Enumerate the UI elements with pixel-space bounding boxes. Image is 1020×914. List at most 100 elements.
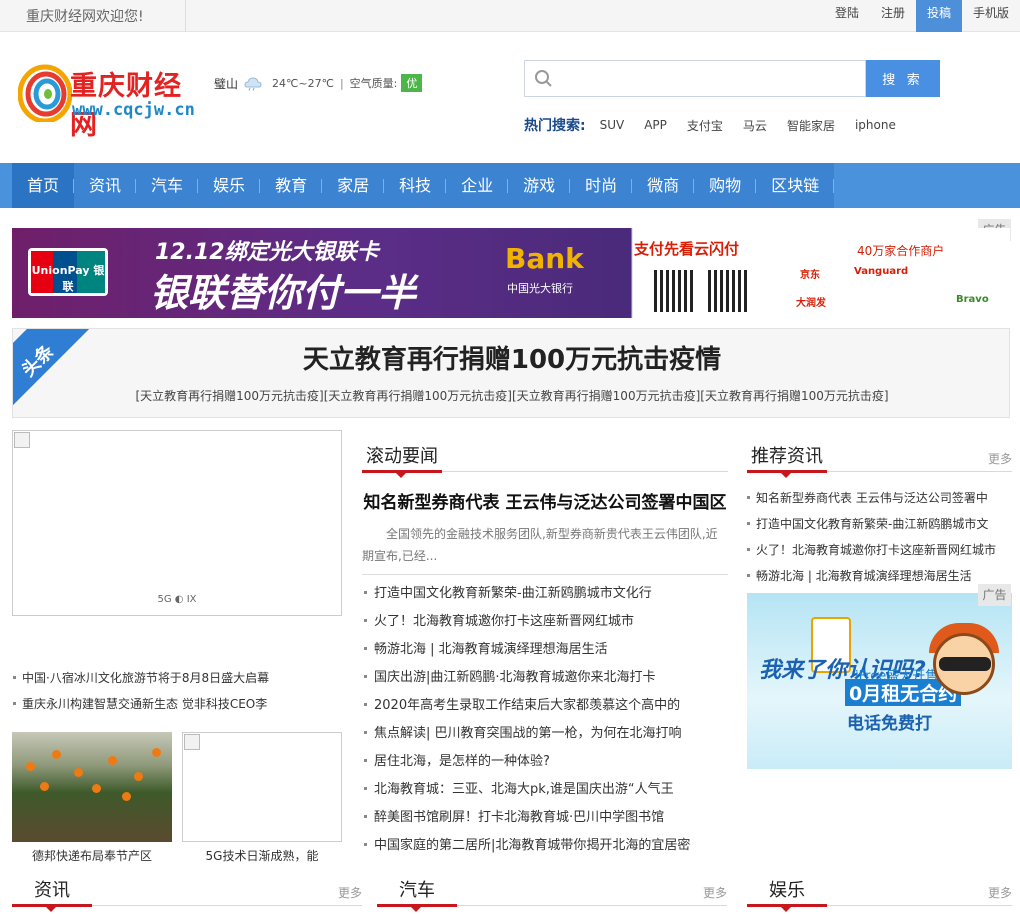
hot-keyword[interactable]: 智能家居 [787, 117, 835, 134]
search-input[interactable] [559, 65, 859, 93]
logo-swirl-icon [18, 64, 72, 122]
list-item[interactable]: 中国·八宿冰川文化旅游节将于8月8日盛大启幕 [12, 668, 342, 694]
brand-logo: Vanguard [854, 266, 909, 277]
more-link[interactable]: 更多 [338, 884, 362, 901]
more-link[interactable]: 更多 [988, 450, 1012, 467]
logo-url: www.cqcjw.cn [72, 100, 195, 120]
pay-slogan: 支付先看云闪付 [634, 240, 740, 258]
list-item[interactable]: 火了！北海教育城邀你打卡这座新晋网红城市 [747, 540, 1012, 566]
list-item-text: 火了！北海教育城邀你打卡这座新晋网红城市 [374, 614, 635, 629]
nav-item-tech[interactable]: 科技 [384, 163, 447, 208]
list-item[interactable]: 国庆出游|曲江新鸥鹏·北海教育城邀你来北海打卡 [362, 668, 728, 696]
nav-label: 汽车 [151, 176, 184, 195]
submit-article-link[interactable]: 投稿 [915, 0, 962, 32]
nav-label: 时尚 [585, 176, 618, 195]
list-item[interactable]: 火了！北海教育城邀你打卡这座新晋网红城市 [362, 612, 728, 640]
nav-item-home[interactable]: 首页 [12, 163, 75, 208]
hot-keyword[interactable]: APP [644, 118, 667, 132]
ad-call: 电话免费打 [847, 714, 932, 734]
search-icon [535, 70, 552, 87]
nav-item-shopping[interactable]: 购物 [694, 163, 757, 208]
sidebar-ad[interactable]: 我来了你认识吗? iFree盛大开售 0月租无合约 电话免费打 [747, 593, 1012, 769]
list-item[interactable]: 焦点解读| 巴川教育突围战的第一枪，为何在北海打响 [362, 724, 728, 752]
nav-label: 家居 [337, 176, 370, 195]
weather-temp: 24℃~27℃ [272, 76, 334, 90]
nav-item-home-furnishing[interactable]: 家居 [322, 163, 385, 208]
headline-title[interactable]: 天立教育再行捐赠100万元抗击疫情 [13, 339, 1009, 376]
weather-icon [244, 77, 262, 91]
site-logo[interactable]: 重庆财经网 www.cqcjw.cn [18, 62, 208, 141]
thumbnail-caption[interactable]: 德邦快递布局奉节产区 [12, 847, 172, 864]
login-link[interactable]: 登陆 [824, 0, 870, 32]
list-item[interactable]: 打造中国文化教育新繁荣-曲江新鸥鹏城市文化行 [362, 584, 728, 612]
broken-image-icon [14, 432, 30, 448]
hot-keyword[interactable]: SUV [600, 118, 625, 132]
top-story: 知名新型券商代表 王云伟与泛达公司签署中国区 全国领先的金融技术服务团队,新型券… [362, 488, 728, 567]
nav-item-games[interactable]: 游戏 [508, 163, 571, 208]
thumbnail-orchard[interactable] [12, 732, 172, 842]
thumbnail-caption[interactable]: 5G技术日渐成熟，能 [182, 847, 342, 864]
nav-item-fashion[interactable]: 时尚 [570, 163, 633, 208]
section-title: 推荐资讯 [751, 446, 823, 467]
search-box [524, 60, 866, 97]
list-item[interactable]: 居住北海，是怎样的一种体验? [362, 752, 728, 780]
list-item[interactable]: 2020年高考生录取工作结束后大家都羡慕这个高中的 [362, 696, 728, 724]
list-item-text: 醉美图书馆刷屏！打卡北海教育城·巴川中学图书馆 [374, 810, 665, 825]
left-image-box[interactable]: 5G ◐ IX [12, 430, 342, 616]
hot-keyword[interactable]: iphone [855, 118, 896, 132]
section-title: 汽车 [399, 880, 435, 901]
qr-code-icon [708, 270, 750, 312]
bank-logo: Bank [505, 242, 584, 275]
hot-keyword[interactable]: 支付宝 [687, 117, 723, 134]
list-item[interactable]: 打造中国文化教育新繁荣-曲江新鸥鹏城市文 [747, 514, 1012, 540]
nav-item-enterprise[interactable]: 企业 [446, 163, 509, 208]
nav-item-blockchain[interactable]: 区块链 [756, 163, 835, 208]
nav-item-microbusiness[interactable]: 微商 [632, 163, 695, 208]
search-button[interactable]: 搜 索 [866, 60, 940, 97]
mobile-version-link[interactable]: 手机版 [962, 0, 1020, 32]
headline-block: 头条 天立教育再行捐赠100万元抗击疫情 [天立教育再行捐赠100万元抗击疫][… [12, 328, 1010, 418]
more-link[interactable]: 更多 [703, 884, 727, 901]
brand-logo: 大润发 [796, 298, 826, 309]
list-item[interactable]: 重庆永川构建智慧交通新生态 觉非科技CEO李 [12, 694, 342, 720]
register-link[interactable]: 注册 [870, 0, 916, 32]
divider [362, 574, 728, 575]
list-item-text: 畅游北海 | 北海教育城演绎理想海居生活 [756, 569, 972, 583]
list-item-text: 2020年高考生录取工作结束后大家都羡慕这个高中的 [374, 698, 681, 713]
section-header-entertainment: 娱乐 更多 [747, 872, 1012, 912]
merchant-count: 40万家合作商户 [857, 244, 945, 258]
list-item[interactable]: 知名新型券商代表 王云伟与泛达公司签署中 [747, 488, 1012, 514]
list-item-text: 重庆永川构建智慧交通新生态 觉非科技CEO李 [22, 697, 268, 711]
qr-code-icon [654, 270, 696, 312]
hot-keyword[interactable]: 马云 [743, 117, 767, 134]
nav-label: 购物 [709, 176, 742, 195]
list-item-text: 国庆出游|曲江新鸥鹏·北海教育城邀你来北海打卡 [374, 670, 656, 685]
list-item-text: 中国·八宿冰川文化旅游节将于8月8日盛大启幕 [22, 671, 270, 685]
recommended-list: 知名新型券商代表 王云伟与泛达公司签署中 打造中国文化教育新繁荣-曲江新鸥鹏城市… [747, 488, 1012, 592]
list-item[interactable]: 畅游北海 | 北海教育城演绎理想海居生活 [362, 640, 728, 668]
section-header-recommended: 推荐资讯 更多 [747, 438, 1012, 478]
list-item[interactable]: 醉美图书馆刷屏！打卡北海教育城·巴川中学图书馆 [362, 808, 728, 836]
list-item[interactable]: 北海教育城：三亚、北海大pk,谁是国庆出游“人气王 [362, 780, 728, 808]
main-nav: 首页 资讯 汽车 娱乐 教育 家居 科技 企业 游戏 时尚 微商 购物 区块链 [0, 163, 1020, 208]
thumbnail-5g[interactable] [182, 732, 342, 842]
top-links: 登陆 注册 投稿 手机版 [824, 0, 1020, 32]
weather-city: 璧山 [214, 76, 239, 91]
nav-item-auto[interactable]: 汽车 [136, 163, 199, 208]
list-item[interactable]: 畅游北海 | 北海教育城演绎理想海居生活 [747, 566, 1012, 592]
list-item[interactable]: 中国家庭的第二居所|北海教育城带你揭开北海的宜居密 [362, 836, 728, 864]
weather-widget: 璧山 24℃~27℃ | 空气质量: 优 [214, 74, 423, 92]
more-link[interactable]: 更多 [988, 884, 1012, 901]
nav-label: 区块链 [771, 176, 820, 195]
banner-ad[interactable]: UnionPay 银联 12.12绑定光大银联卡 银联替你付一半 Bank 中国… [12, 228, 1010, 318]
brand-logo: 京东 [800, 270, 820, 281]
top-story-title[interactable]: 知名新型券商代表 王云伟与泛达公司签署中国区 [362, 488, 728, 513]
nav-item-news[interactable]: 资讯 [74, 163, 137, 208]
nav-label: 微商 [647, 176, 680, 195]
air-quality-badge: 优 [401, 74, 423, 92]
nav-item-entertainment[interactable]: 娱乐 [198, 163, 261, 208]
nav-item-education[interactable]: 教育 [260, 163, 323, 208]
list-item-text: 火了！北海教育城邀你打卡这座新晋网红城市 [756, 543, 997, 557]
headline-sub-links[interactable]: [天立教育再行捐赠100万元抗击疫][天立教育再行捐赠100万元抗击疫][天立教… [13, 387, 1009, 404]
hot-search: 热门搜索: SUV APP 支付宝 马云 智能家居 iphone [524, 115, 916, 135]
